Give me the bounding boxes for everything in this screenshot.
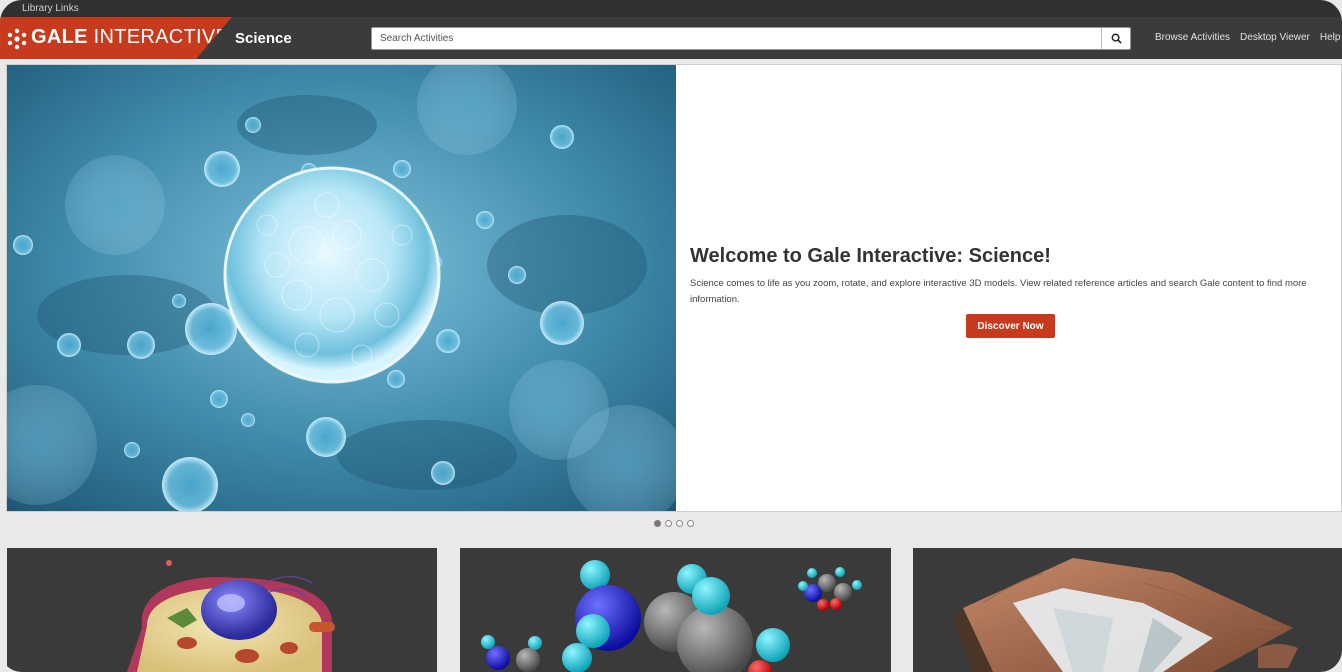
search-button[interactable] [1101, 28, 1130, 49]
cell-illustration [7, 65, 676, 511]
library-links[interactable]: Library Links [22, 0, 79, 17]
hero-content: Welcome to Gale Interactive: Science! Sc… [690, 245, 1335, 338]
nav-desktop-viewer[interactable]: Desktop Viewer [1240, 32, 1310, 43]
molecule-model-image [481, 560, 862, 672]
discover-now-button[interactable]: Discover Now [966, 314, 1055, 338]
gale-logo-icon [7, 28, 27, 50]
brand-name: GALE INTERACTIVE [31, 26, 229, 49]
search-bar [371, 27, 1131, 50]
carousel-dot-2[interactable] [665, 520, 672, 527]
carousel-dot-1[interactable] [654, 520, 661, 527]
carousel-dot-4[interactable] [687, 520, 694, 527]
header-nav: Browse Activities Desktop Viewer Help [1155, 32, 1342, 43]
subject-title: Science [235, 30, 292, 47]
hero-description: Science comes to life as you zoom, rotat… [690, 278, 1307, 305]
carousel-dot-3[interactable] [676, 520, 683, 527]
search-input[interactable] [372, 28, 1118, 49]
animal-cell-model-image [127, 560, 335, 672]
hero-slide: Welcome to Gale Interactive: Science! Sc… [6, 64, 1342, 512]
app-frame: Library Links GALE INTERACTIVE Science S… [0, 0, 1342, 672]
nav-browse-activities[interactable]: Browse Activities [1155, 32, 1230, 43]
carousel-pagination [654, 520, 694, 527]
terrain-model-image [953, 558, 1298, 672]
brand-name-bold: GALE [31, 26, 88, 48]
library-links-bar: Library Links [0, 0, 1342, 17]
nav-help[interactable]: Help [1320, 32, 1341, 43]
top-navbar: GALE INTERACTIVE Science Browse Activiti… [0, 17, 1342, 59]
search-icon [1111, 33, 1122, 44]
brand-name-light: INTERACTIVE [87, 26, 230, 48]
hero-cell-image [7, 65, 676, 511]
activity-card-terrain[interactable] [913, 548, 1342, 672]
brand-banner[interactable]: GALE INTERACTIVE [0, 17, 232, 59]
activity-card-cell[interactable] [7, 548, 437, 672]
activity-card-molecule[interactable] [460, 548, 891, 672]
hero-title: Welcome to Gale Interactive: Science! [690, 245, 1051, 267]
